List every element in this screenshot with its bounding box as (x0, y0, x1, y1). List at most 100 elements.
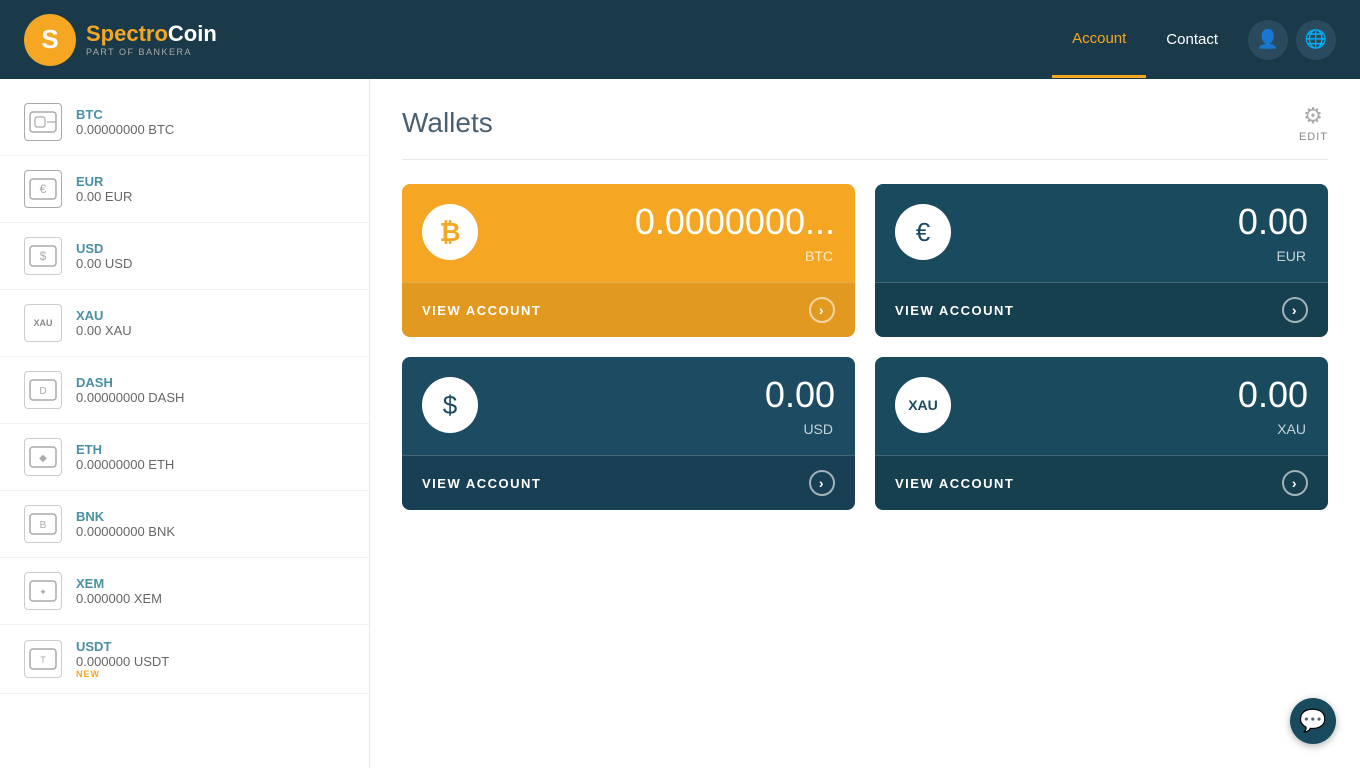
sidebar-item-bnk-info: BNK 0.00000000 BNK (76, 509, 175, 539)
card-top-xau: XAU 0.00 XAU (875, 357, 1328, 455)
svg-text:✦: ✦ (39, 587, 47, 597)
wallet-card-xau[interactable]: XAU 0.00 XAU VIEW ACCOUNT › (875, 357, 1328, 510)
sidebar-usdt-badge: NEW (76, 669, 169, 679)
usd-card-icon: $ (422, 377, 478, 433)
xau-wallet-icon: XAU (24, 304, 62, 342)
svg-text:D: D (39, 386, 46, 397)
eur-card-footer[interactable]: VIEW ACCOUNT › (875, 282, 1328, 337)
chat-button[interactable]: 💬 (1290, 698, 1336, 744)
sidebar-usdt-currency: USDT (76, 639, 169, 654)
btc-amount-block: 0.0000000... BTC (494, 204, 835, 272)
sidebar-item-bnk[interactable]: B BNK 0.00000000 BNK (0, 491, 369, 558)
usd-arrow-icon: › (809, 470, 835, 496)
xau-arrow-icon: › (1282, 470, 1308, 496)
xem-wallet-icon: ✦ (24, 572, 62, 610)
wallet-card-usd[interactable]: $ 0.00 USD VIEW ACCOUNT › (402, 357, 855, 510)
sidebar-eur-currency: EUR (76, 174, 132, 189)
sidebar-dash-currency: DASH (76, 375, 184, 390)
btc-card-amount: 0.0000000... (494, 204, 835, 240)
eur-card-amount: 0.00 (967, 204, 1308, 240)
header-nav: Account Contact 👤 🌐 (1052, 2, 1336, 78)
eur-wallet-icon: € (24, 170, 62, 208)
sidebar-xau-amount: 0.00 XAU (76, 323, 132, 338)
sidebar-usd-currency: USD (76, 241, 132, 256)
user-icon: 👤 (1257, 29, 1279, 50)
card-top-btc: ₿ 0.0000000... BTC (402, 184, 855, 282)
wallets-header: Wallets ⚙ EDIT (402, 103, 1328, 160)
logo-text: SpectroCoin PART OF BANKERA (86, 22, 217, 56)
page-title: Wallets (402, 107, 493, 139)
btc-card-currency: BTC (494, 248, 835, 272)
eur-view-account-label: VIEW ACCOUNT (895, 303, 1014, 318)
sidebar-item-dash[interactable]: D DASH 0.00000000 DASH (0, 357, 369, 424)
btc-wallet-icon (24, 103, 62, 141)
svg-text:$: $ (40, 249, 47, 263)
sidebar-eur-amount: 0.00 EUR (76, 189, 132, 204)
sidebar-item-info: BTC 0.00000000 BTC (76, 107, 174, 137)
chat-icon: 💬 (1299, 708, 1326, 734)
sidebar-item-btc[interactable]: BTC 0.00000000 BTC (0, 89, 369, 156)
sidebar-item-xau[interactable]: XAU XAU 0.00 XAU (0, 290, 369, 357)
usd-card-currency: USD (494, 421, 835, 445)
sidebar-xau-currency: XAU (76, 308, 132, 323)
usd-wallet-icon: $ (24, 237, 62, 275)
sidebar: BTC 0.00000000 BTC € EUR 0.00 EUR $ USD … (0, 79, 370, 768)
btc-card-footer[interactable]: VIEW ACCOUNT › (402, 282, 855, 337)
header-icons: 👤 🌐 (1248, 20, 1336, 60)
btc-arrow-icon: › (809, 297, 835, 323)
dash-wallet-icon: D (24, 371, 62, 409)
eur-arrow-icon: › (1282, 297, 1308, 323)
btc-card-icon: ₿ (422, 204, 478, 260)
eth-wallet-icon: ◆ (24, 438, 62, 476)
xau-amount-block: 0.00 XAU (967, 377, 1308, 445)
xau-card-amount: 0.00 (967, 377, 1308, 413)
globe-icon-button[interactable]: 🌐 (1296, 20, 1336, 60)
main-content: Wallets ⚙ EDIT ₿ 0.0000000... BTC VIEW A… (370, 79, 1360, 768)
svg-text:B: B (40, 520, 47, 531)
btc-view-account-label: VIEW ACCOUNT (422, 303, 541, 318)
usd-card-footer[interactable]: VIEW ACCOUNT › (402, 455, 855, 510)
sidebar-item-usd[interactable]: $ USD 0.00 USD (0, 223, 369, 290)
sidebar-dash-amount: 0.00000000 DASH (76, 390, 184, 405)
xau-card-currency: XAU (967, 421, 1308, 445)
usdt-wallet-icon: T (24, 640, 62, 678)
sidebar-usdt-amount: 0.000000 USDT (76, 654, 169, 669)
eur-card-icon: € (895, 204, 951, 260)
eur-amount-block: 0.00 EUR (967, 204, 1308, 272)
card-top-usd: $ 0.00 USD (402, 357, 855, 455)
nav-contact[interactable]: Contact (1146, 3, 1238, 76)
sidebar-xem-amount: 0.000000 XEM (76, 591, 162, 606)
sidebar-item-usdt[interactable]: T USDT 0.000000 USDT NEW (0, 625, 369, 694)
sidebar-item-eth-info: ETH 0.00000000 ETH (76, 442, 174, 472)
sidebar-item-xem[interactable]: ✦ XEM 0.000000 XEM (0, 558, 369, 625)
wallets-grid: ₿ 0.0000000... BTC VIEW ACCOUNT › € 0.00 (402, 184, 1328, 510)
bnk-wallet-icon: B (24, 505, 62, 543)
usd-view-account-label: VIEW ACCOUNT (422, 476, 541, 491)
xau-view-account-label: VIEW ACCOUNT (895, 476, 1014, 491)
logo[interactable]: S SpectroCoin PART OF BANKERA (24, 14, 217, 66)
sidebar-item-xem-info: XEM 0.000000 XEM (76, 576, 162, 606)
edit-button[interactable]: ⚙ EDIT (1299, 103, 1328, 143)
sidebar-item-eth[interactable]: ◆ ETH 0.00000000 ETH (0, 424, 369, 491)
header: S SpectroCoin PART OF BANKERA Account Co… (0, 0, 1360, 79)
wallet-card-eur[interactable]: € 0.00 EUR VIEW ACCOUNT › (875, 184, 1328, 337)
svg-text:◆: ◆ (39, 453, 47, 464)
sidebar-item-eur[interactable]: € EUR 0.00 EUR (0, 156, 369, 223)
sidebar-xem-currency: XEM (76, 576, 162, 591)
xau-card-footer[interactable]: VIEW ACCOUNT › (875, 455, 1328, 510)
layout: BTC 0.00000000 BTC € EUR 0.00 EUR $ USD … (0, 79, 1360, 768)
sidebar-usd-amount: 0.00 USD (76, 256, 132, 271)
user-icon-button[interactable]: 👤 (1248, 20, 1288, 60)
sidebar-item-xau-info: XAU 0.00 XAU (76, 308, 132, 338)
card-top-eur: € 0.00 EUR (875, 184, 1328, 282)
sidebar-eth-currency: ETH (76, 442, 174, 457)
sidebar-item-usd-info: USD 0.00 USD (76, 241, 132, 271)
edit-label: EDIT (1299, 131, 1328, 143)
svg-text:€: € (40, 182, 47, 196)
sidebar-bnk-amount: 0.00000000 BNK (76, 524, 175, 539)
gear-icon: ⚙ (1303, 103, 1324, 129)
usd-amount-block: 0.00 USD (494, 377, 835, 445)
wallet-card-btc[interactable]: ₿ 0.0000000... BTC VIEW ACCOUNT › (402, 184, 855, 337)
sidebar-item-usdt-info: USDT 0.000000 USDT NEW (76, 639, 169, 679)
nav-account[interactable]: Account (1052, 2, 1146, 78)
